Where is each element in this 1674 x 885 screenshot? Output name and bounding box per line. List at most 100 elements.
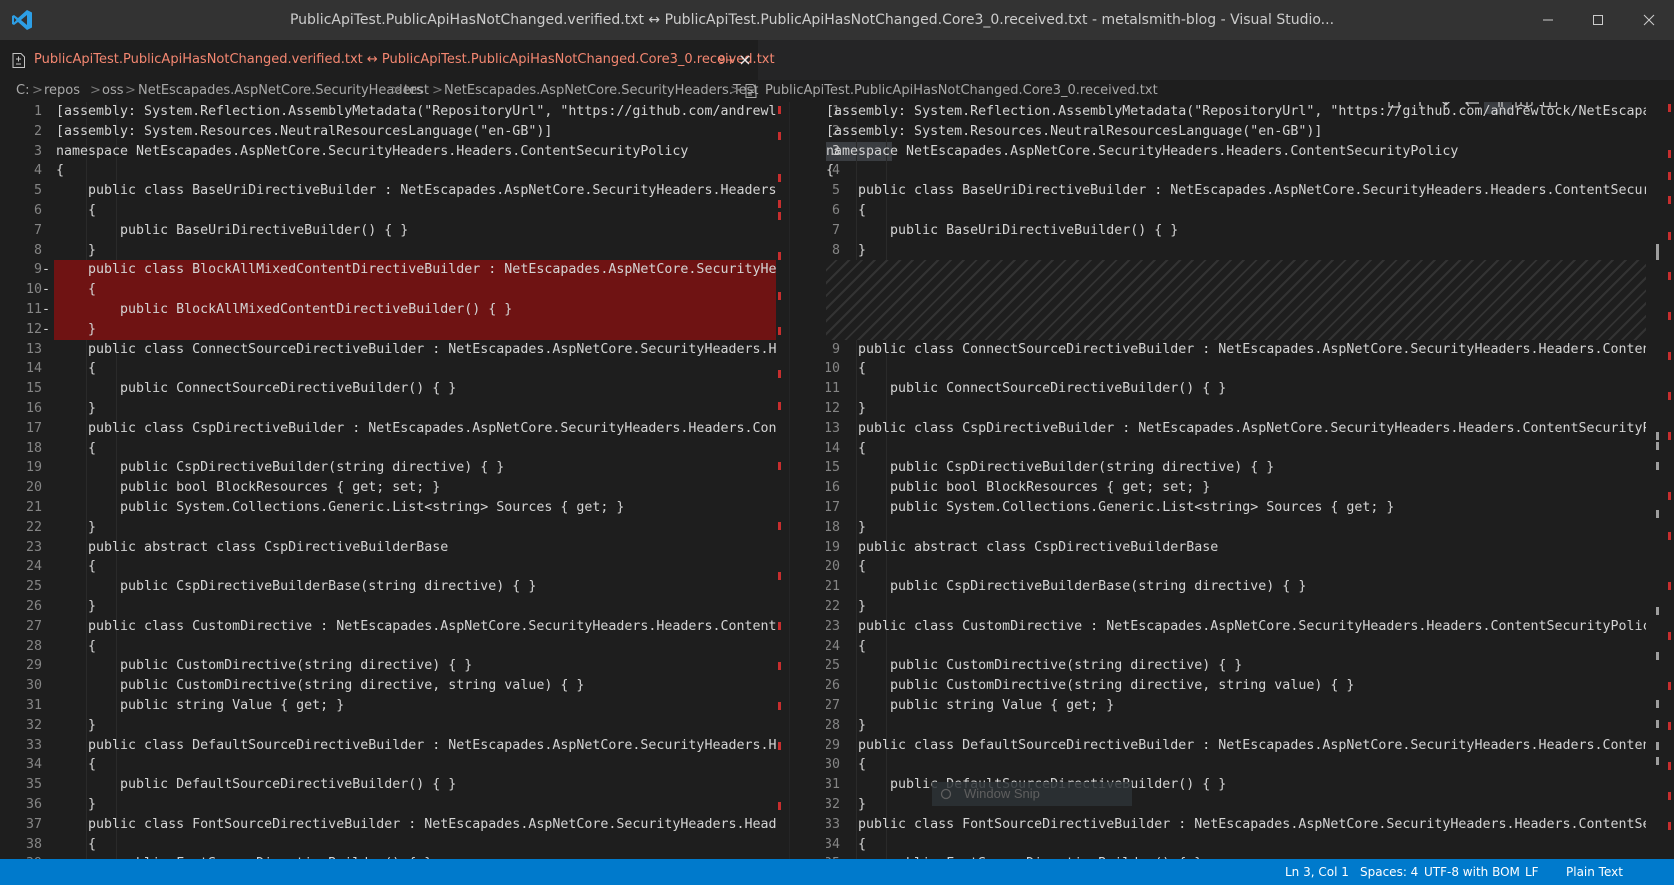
- breadcrumb-separator: >: [90, 83, 101, 98]
- breadcrumb-item[interactable]: NetEscapades.AspNetCore.SecurityHeaders.…: [444, 80, 758, 102]
- line-number: 30: [25, 678, 42, 694]
- minimize-icon: [1543, 19, 1553, 21]
- code-line: 9 public class ConnectSourceDirectiveBui…: [826, 340, 1646, 360]
- breadcrumb-item[interactable]: oss: [102, 80, 124, 102]
- overview-change-marker: [1656, 652, 1659, 660]
- code-text: {: [56, 282, 97, 298]
- encoding[interactable]: UTF-8 with BOM: [1424, 859, 1520, 885]
- breadcrumb-item[interactable]: repos: [44, 80, 80, 102]
- code-line: 30 public CustomDirective(string directi…: [0, 676, 776, 696]
- breadcrumb-separator: >: [432, 83, 443, 98]
- diff-filler-region: [826, 260, 1646, 340]
- overview-change-marker: [1656, 757, 1659, 765]
- code-line: 20 {: [826, 557, 1646, 577]
- code-text: public class CspDirectiveBuilder : NetEs…: [858, 420, 1646, 436]
- code-text: [assembly: System.Resources.NeutralResou…: [826, 123, 1323, 139]
- code-line: 25 public CspDirectiveBuilderBase(string…: [0, 577, 776, 597]
- removed-code-line: 11- public BlockAllMixedContentDirective…: [0, 300, 776, 320]
- overview-change-marker: [778, 702, 781, 710]
- code-text: public BaseUriDirectiveBuilder() { }: [826, 222, 1179, 238]
- line-number: 22: [25, 519, 42, 535]
- code-text: [assembly: System.Reflection.AssemblyMet…: [56, 104, 776, 119]
- code-line: 4{: [0, 161, 776, 181]
- code-line: 24 {: [826, 637, 1646, 657]
- code-line: 29 public class DefaultSourceDirectiveBu…: [826, 736, 1646, 756]
- overview-change-marker: [1656, 252, 1659, 260]
- close-window-button[interactable]: [1624, 0, 1674, 40]
- line-number: 26: [25, 599, 42, 614]
- original-editor[interactable]: 1 [assembly: System.Reflection.AssemblyMe…: [0, 102, 776, 859]
- code-text: {: [826, 203, 867, 218]
- code-text: }: [826, 599, 867, 614]
- close-icon[interactable]: [738, 53, 752, 67]
- indentation[interactable]: Spaces: 4: [1360, 859, 1418, 885]
- minimize-button[interactable]: [1523, 0, 1573, 40]
- status-bar: Ln 3, Col 1 Spaces: 4 UTF-8 with BOM LF …: [0, 859, 1674, 885]
- line-number: 3: [33, 143, 42, 159]
- breadcrumb-item[interactable]: C:: [16, 80, 29, 102]
- code-text: public CspDirectiveBuilderBase(string di…: [826, 579, 1307, 595]
- modified-editor[interactable]: 1 [assembly: System.Reflection.AssemblyMe…: [826, 102, 1646, 859]
- line-number: 23: [25, 539, 42, 555]
- code-text: public ConnectSourceDirectiveBuilder() {…: [826, 381, 1227, 397]
- title-bar: PublicApiTest.PublicApiHasNotChanged.ver…: [0, 0, 1674, 40]
- editor-tab-diff[interactable]: PublicApiTest.PublicApiHasNotChanged.ver…: [0, 40, 775, 80]
- code-text: public class DefaultSourceDirectiveBuild…: [88, 737, 776, 753]
- tab-label: PublicApiTest.PublicApiHasNotChanged.ver…: [34, 52, 775, 67]
- code-line: 23 public class CustomDirective : NetEsc…: [826, 617, 1646, 637]
- code-text: {: [826, 440, 867, 456]
- code-text: {: [56, 361, 97, 377]
- overview-change-marker: [1668, 632, 1671, 640]
- breadcrumb-item[interactable]: NetEscapades.AspNetCore.SecurityHeaders: [138, 80, 423, 102]
- code-text: public class CustomDirective : NetEscapa…: [858, 618, 1646, 634]
- code-text: public ConnectSourceDirectiveBuilder() {…: [56, 381, 457, 397]
- line-number: 35: [25, 777, 42, 793]
- overview-change-marker: [1668, 196, 1671, 204]
- code-text: public CspDirectiveBuilderBase(string di…: [56, 579, 537, 595]
- overview-change-marker: [1668, 492, 1671, 500]
- language-mode[interactable]: Plain Text: [1566, 859, 1623, 885]
- removed-marker: -: [42, 302, 51, 317]
- breadcrumb-item[interactable]: PublicApiTest.PublicApiHasNotChanged.Cor…: [765, 80, 1158, 102]
- code-line: 3 namespace NetEscapades.AspNetCore.Secur…: [826, 142, 1646, 162]
- code-text: }: [56, 717, 97, 733]
- window-snip-tooltip: Window Snip: [932, 782, 1132, 806]
- code-line: 10 {: [826, 359, 1646, 379]
- line-number: 37: [25, 816, 42, 832]
- line-number: 18: [25, 440, 42, 456]
- code-text: public bool BlockResources { get; set; }: [56, 480, 441, 496]
- overview-change-marker: [1668, 722, 1671, 730]
- window-title: PublicApiTest.PublicApiHasNotChanged.ver…: [289, 12, 1335, 28]
- overview-change-marker: [1656, 462, 1659, 470]
- code-text: }: [56, 321, 97, 337]
- line-number: 1: [33, 104, 42, 119]
- cursor-position[interactable]: Ln 3, Col 1: [1285, 859, 1349, 885]
- maximize-button[interactable]: [1573, 0, 1623, 40]
- code-text: }: [56, 519, 97, 535]
- code-line: 5 public class BaseUriDirectiveBuilder :…: [0, 181, 776, 201]
- right-overview-ruler[interactable]: [1646, 102, 1674, 859]
- breadcrumb-item[interactable]: test: [404, 80, 429, 102]
- overview-change-marker: [1668, 762, 1671, 770]
- left-overview-ruler[interactable]: [776, 102, 790, 859]
- code-text: public DefaultSourceDirectiveBuilder() {…: [56, 777, 457, 793]
- code-line: 19 public CspDirectiveBuilder(string dir…: [0, 458, 776, 478]
- code-line: 15 public CspDirectiveBuilder(string dir…: [826, 458, 1646, 478]
- overview-change-marker: [1656, 510, 1659, 518]
- code-line: 32 }: [0, 716, 776, 736]
- code-text: public abstract class CspDirectiveBuilde…: [56, 539, 449, 555]
- overview-change-marker: [1668, 352, 1671, 360]
- overview-change-marker: [778, 106, 781, 114]
- code-text: {: [826, 559, 867, 575]
- end-of-line[interactable]: LF: [1525, 859, 1539, 885]
- code-text: public class ConnectSourceDirectiveBuild…: [858, 341, 1646, 357]
- overview-change-marker: [778, 622, 781, 630]
- code-line: 17 public class CspDirectiveBuilder : Ne…: [0, 419, 776, 439]
- overview-change-marker: [778, 174, 781, 182]
- line-number: 4: [33, 163, 42, 179]
- line-number: 10: [25, 282, 42, 298]
- code-line: 5 public class BaseUriDirectiveBuilder :…: [826, 181, 1646, 201]
- overview-change-marker: [778, 292, 781, 300]
- line-number: 13: [25, 341, 42, 357]
- line-number: 25: [25, 579, 42, 595]
